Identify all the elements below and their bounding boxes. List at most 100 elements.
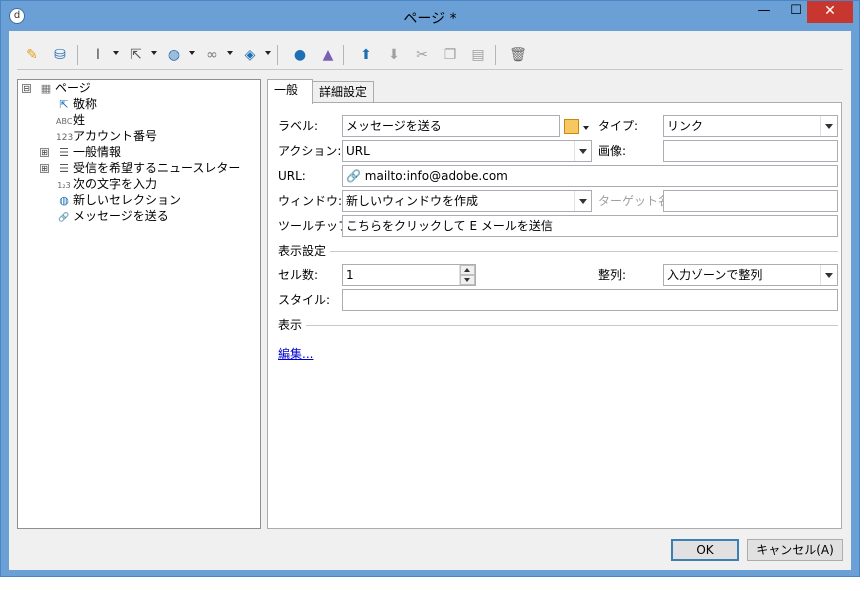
shapes-icon[interactable]: ▲: [317, 44, 339, 66]
tree-view[interactable]: ⊟ ▦ ページ ⇱ 敬称 ABC姓 123アカウント番号 ⊞ ☰ 一般情報 ⊞ ☰ 受信…: [17, 79, 261, 529]
align-select[interactable]: 入力ゾーンで整列: [663, 264, 838, 286]
label-label: ラベル:: [278, 119, 319, 133]
trash-icon[interactable]: 🗑: [507, 44, 529, 66]
chevron-down-icon[interactable]: [820, 116, 837, 136]
stepper-up-icon[interactable]: [460, 265, 475, 275]
chevron-down-icon[interactable]: [574, 191, 591, 211]
person-icon[interactable]: ●: [289, 44, 311, 66]
cell-count-value: 1: [346, 268, 354, 282]
cell-count-stepper[interactable]: 1: [342, 264, 476, 286]
dialog-client: ✎ ⛁ I ⇱ ◍ ∞ ◈ ● ▲ ⬆ ⬇ ✂ ❐ ▤ 🗑 ⊟ ▦ ページ ⇱ …: [9, 31, 851, 570]
cancel-button[interactable]: キャンセル(A): [747, 539, 843, 561]
magic-wand-icon[interactable]: ✎: [21, 44, 43, 66]
database-icon[interactable]: ⛁: [49, 44, 71, 66]
image-field[interactable]: [663, 140, 838, 162]
type-select-value: リンク: [667, 119, 704, 133]
chevron-down-icon[interactable]: [227, 51, 233, 55]
tree-node-account[interactable]: 123アカウント番号: [56, 128, 157, 144]
chevron-down-icon[interactable]: [189, 51, 195, 55]
collapse-icon[interactable]: ⊟: [22, 84, 31, 93]
link-icon[interactable]: ∞: [201, 44, 223, 66]
tab-general[interactable]: 一般: [267, 79, 313, 104]
stepper-down-icon[interactable]: [460, 275, 475, 285]
tree-node-captcha[interactable]: 1₂3 次の文字を入力: [56, 176, 157, 192]
tab-pane-general: ラベル: メッセージを送る タイプ: リンク アクション: URL 画像: UR…: [267, 102, 842, 529]
color-picker-icon[interactable]: [564, 119, 579, 134]
chevron-down-icon[interactable]: [820, 265, 837, 285]
tree-node-new-selection[interactable]: ◍ 新しいセレクション: [56, 192, 181, 208]
chevron-down-icon[interactable]: [583, 126, 589, 130]
tree-node-send-message[interactable]: 🔗 メッセージを送る: [56, 208, 169, 224]
globe-icon[interactable]: ◍: [163, 44, 185, 66]
toolbar: ✎ ⛁ I ⇱ ◍ ∞ ◈ ● ▲ ⬆ ⬇ ✂ ❐ ▤ 🗑: [17, 40, 843, 70]
window-select[interactable]: 新しいウィンドウを作成: [342, 190, 592, 212]
tree-node-label: 受信を希望するニュースレター: [73, 161, 241, 175]
align-label: 整列:: [598, 268, 627, 282]
toolbar-separator: [495, 45, 496, 65]
tree-node-label: ページ: [55, 81, 91, 95]
section-divider: [306, 325, 838, 326]
close-button[interactable]: ✕: [807, 1, 853, 23]
url-field[interactable]: 🔗 mailto:info@adobe.com: [342, 165, 838, 187]
chevron-down-icon[interactable]: [265, 51, 271, 55]
title-bar[interactable]: d ページ * — ☐ ✕: [1, 1, 859, 31]
toolbar-separator: [343, 45, 344, 65]
page-icon: ▦: [40, 82, 52, 95]
chevron-down-icon[interactable]: [574, 141, 591, 161]
section-divider: [330, 251, 838, 252]
view-heading: 表示: [278, 318, 303, 332]
cursor-icon: ⇱: [59, 98, 69, 111]
action-select-value: URL: [346, 144, 370, 158]
cut-icon: ✂: [416, 47, 428, 63]
window-title: ページ *: [403, 11, 457, 27]
url-label: URL:: [278, 169, 306, 183]
expand-icon[interactable]: ⊞: [40, 164, 49, 173]
tree-node-page[interactable]: ▦ ページ: [38, 80, 91, 96]
text-cursor-icon[interactable]: I: [87, 44, 109, 66]
list-icon: ☰: [59, 146, 69, 159]
expand-icon[interactable]: ⊞: [40, 148, 49, 157]
tree-node-label: 姓: [73, 113, 86, 127]
globe-icon: ◍: [59, 194, 69, 207]
image-label: 画像:: [598, 144, 627, 158]
chevron-down-icon[interactable]: [113, 51, 119, 55]
dialog-window: d ページ * — ☐ ✕ ✎ ⛁ I ⇱ ◍ ∞ ◈ ● ▲ ⬆ ⬇ ✂ ❐ …: [0, 0, 860, 577]
action-label: アクション:: [278, 144, 342, 158]
cursor-settings-icon[interactable]: ⇱: [125, 44, 147, 66]
toolbar-separator: [77, 45, 78, 65]
label-field[interactable]: メッセージを送る: [342, 115, 560, 137]
stack-icon[interactable]: ◈: [239, 44, 261, 66]
url-field-value: mailto:info@adobe.com: [364, 169, 508, 183]
style-field[interactable]: [342, 289, 838, 311]
window-select-value: 新しいウィンドウを作成: [346, 194, 479, 208]
tooltip-field[interactable]: こちらをクリックして E メールを送信: [342, 215, 838, 237]
tree-node-salutation[interactable]: ⇱ 敬称: [56, 96, 97, 112]
tree-node-lastname[interactable]: ABC姓: [56, 112, 85, 128]
cell-count-label: セル数:: [278, 268, 319, 282]
link-icon: 🔗: [58, 213, 70, 223]
action-select[interactable]: URL: [342, 140, 592, 162]
list-icon: ☰: [59, 162, 69, 175]
tree-node-general-info[interactable]: ☰ 一般情報: [56, 144, 121, 160]
minimize-button[interactable]: —: [749, 1, 779, 23]
align-select-value: 入力ゾーンで整列: [667, 268, 763, 282]
type-select[interactable]: リンク: [663, 115, 838, 137]
arrow-down-icon: ⬇: [388, 47, 400, 63]
arrow-up-icon[interactable]: ⬆: [355, 44, 377, 66]
tree-node-label: 敬称: [73, 97, 98, 111]
chevron-down-icon[interactable]: [151, 51, 157, 55]
edit-link[interactable]: 編集...: [278, 345, 313, 362]
paste-icon: ▤: [471, 47, 485, 63]
tree-node-label: アカウント番号: [73, 129, 158, 143]
link-icon: 🔗: [346, 169, 361, 183]
tree-node-label: メッセージを送る: [73, 209, 169, 223]
properties-panel: 一般 詳細設定 ラベル: メッセージを送る タイプ: リンク アクション: UR…: [267, 79, 842, 529]
copy-icon: ❐: [443, 47, 457, 63]
stepper-buttons[interactable]: [459, 265, 475, 285]
tree-node-newsletters[interactable]: ☰ 受信を希望するニュースレター: [56, 160, 240, 176]
ok-button[interactable]: OK: [671, 539, 739, 561]
style-label: スタイル:: [278, 293, 331, 307]
tree-node-label: 新しいセレクション: [73, 193, 182, 207]
tab-advanced[interactable]: 詳細設定: [312, 81, 374, 103]
target-name-field[interactable]: [663, 190, 838, 212]
